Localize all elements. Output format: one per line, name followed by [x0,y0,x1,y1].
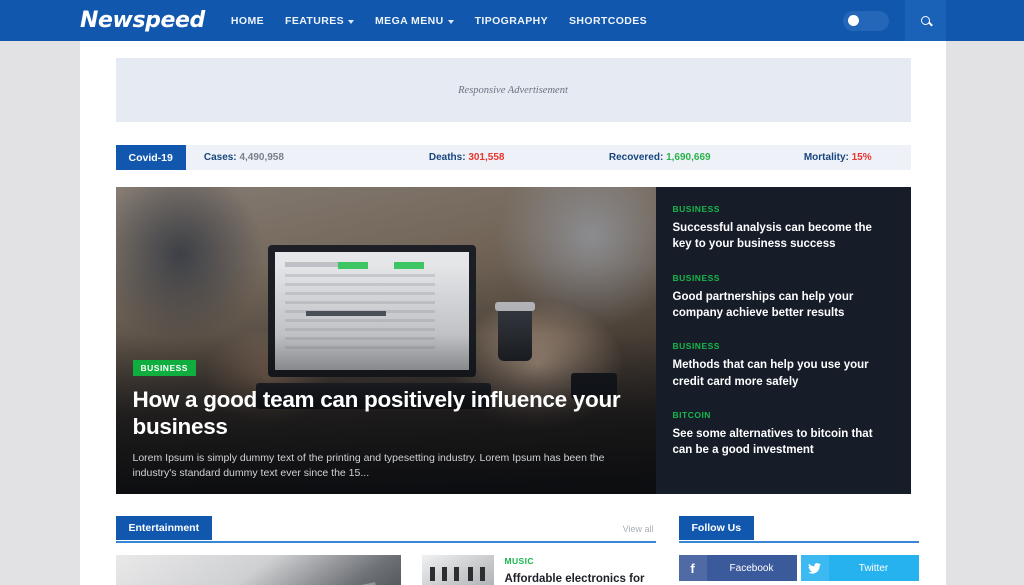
facebook-button[interactable]: f Facebook [678,555,797,581]
screen-highlight-graphic [393,262,424,269]
post-title: Good partnerships can help your company … [672,290,854,319]
social-buttons: f Facebook Twitter [678,555,919,581]
covid-badge[interactable]: Covid-19 [115,145,186,170]
covid-stat-deaths: Deaths: 301,558 [429,152,609,163]
main-navigation: HOME FEATURES MEGA MENU TIPOGRAPHY SHORT… [231,15,647,27]
nav-item-tipography[interactable]: TIPOGRAPHY [475,15,548,27]
twitter-icon [800,555,829,581]
nav-label: TIPOGRAPHY [474,14,548,27]
post-category: BUSINESS [672,341,720,352]
post-title: Successful analysis can become the key t… [672,222,872,251]
piano-key-graphic [467,567,473,581]
facebook-label: Facebook [729,562,774,574]
moon-icon [848,15,859,26]
stat-value: 1,690,669 [666,152,711,163]
content-wrapper: Responsive Advertisement Covid-19 Cases:… [115,41,919,585]
stat-value: 4,490,958 [239,152,284,163]
screen-highlight-graphic [337,262,368,269]
featured-article-title[interactable]: How a good team can positively influence… [133,386,626,441]
featured-article-excerpt: Lorem Ipsum is simply dummy text of the … [132,451,605,480]
stat-label: Cases: [203,152,237,163]
twitter-label: Twitter [858,562,889,574]
post-category: BUSINESS [672,272,720,283]
post-title: See some alternatives to bitcoin that ca… [672,427,873,457]
chevron-down-icon [348,19,355,24]
advertisement-banner: Responsive Advertisement [115,58,911,122]
covid-stats-list: Cases: 4,490,958 Deaths: 301,558 Recover… [186,145,911,170]
piano-key-graphic [441,567,447,581]
piano-key-graphic [453,567,459,581]
stat-label: Mortality: [803,152,849,163]
entertainment-card-small[interactable]: MUSIC Affordable electronics for [421,555,656,585]
covid-stat-cases: Cases: 4,490,958 [204,152,429,163]
post-category: BITCOIN [672,409,711,420]
nav-item-mega-menu[interactable]: MEGA MENU [375,15,454,27]
card-thumbnail[interactable] [115,555,401,585]
nav-item-home[interactable]: HOME [231,15,264,27]
nav-item-shortcodes[interactable]: SHORTCODES [569,15,647,27]
card-thumbnail-music[interactable] [421,555,494,585]
follow-us-column: Follow Us f Facebook Twitter [678,516,919,585]
covid-stat-mortality: Mortality: 15% [804,152,872,163]
featured-article-card[interactable]: BUSINESS How a good team can positively … [115,187,656,494]
navbar-inner: Newspeed HOME FEATURES MEGA MENU TIPOGRA… [80,0,946,41]
entertainment-card-large[interactable] [115,555,401,585]
card-title[interactable]: Affordable electronics for [505,571,645,585]
category-badge-business[interactable]: BUSINESS [132,359,196,376]
sidebar-post-3[interactable]: BUSINESS Methods that can help you use y… [673,341,891,390]
piano-key-graphic [429,567,435,581]
section-tab-entertainment[interactable]: Entertainment [115,516,213,540]
piano-key-graphic [479,567,485,581]
nav-item-features[interactable]: FEATURES [285,14,355,27]
sidebar-post-2[interactable]: BUSINESS Good partnerships can help your… [673,273,891,322]
twitter-button[interactable]: Twitter [800,555,919,581]
nav-label: FEATURES [285,14,345,27]
entertainment-section-header: Entertainment View all [115,516,656,543]
sidebar-post-1[interactable]: BUSINESS Successful analysis can become … [673,204,891,253]
navbar-actions [843,0,946,41]
post-title: Methods that can help you use your credi… [672,359,869,388]
view-all-link[interactable]: View all [623,524,656,534]
stat-label: Deaths: [428,152,466,163]
entertainment-cards: MUSIC Affordable electronics for [115,555,656,585]
facebook-icon: f [678,555,707,581]
chevron-down-icon [447,19,454,24]
hero-section: BUSINESS How a good team can positively … [115,187,911,494]
follow-us-section-header: Follow Us [678,516,919,543]
site-logo[interactable]: Newspeed [80,8,205,33]
search-button[interactable] [905,0,946,41]
stat-value: 301,558 [468,152,505,163]
card-body: MUSIC Affordable electronics for [505,555,645,585]
covid-stats-bar: Covid-19 Cases: 4,490,958 Deaths: 301,55… [115,145,911,170]
card-category-music: MUSIC [504,556,534,566]
nav-label: MEGA MENU [375,14,444,27]
advertisement-label: Responsive Advertisement [458,84,568,96]
dark-mode-toggle[interactable] [843,10,889,31]
nav-label: SHORTCODES [569,14,648,27]
section-tab-follow-us[interactable]: Follow Us [678,516,755,540]
post-category: BUSINESS [672,204,720,214]
stat-value: 15% [851,152,872,163]
sections-row: Entertainment View all MUSIC Affordable … [115,516,919,585]
nav-label: HOME [230,14,264,27]
screen-bar-graphic [305,311,386,316]
hero-sidebar-posts: BUSINESS Successful analysis can become … [655,187,911,494]
entertainment-column: Entertainment View all MUSIC Affordable … [115,516,656,585]
search-icon [921,16,930,25]
featured-article-body: BUSINESS How a good team can positively … [132,358,626,482]
page-container: Responsive Advertisement Covid-19 Cases:… [80,41,946,585]
stat-label: Recovered: [608,152,664,163]
top-navbar: Newspeed HOME FEATURES MEGA MENU TIPOGRA… [0,0,1024,41]
sidebar-post-4[interactable]: BITCOIN See some alternatives to bitcoin… [673,410,891,459]
covid-stat-recovered: Recovered: 1,690,669 [609,152,804,163]
